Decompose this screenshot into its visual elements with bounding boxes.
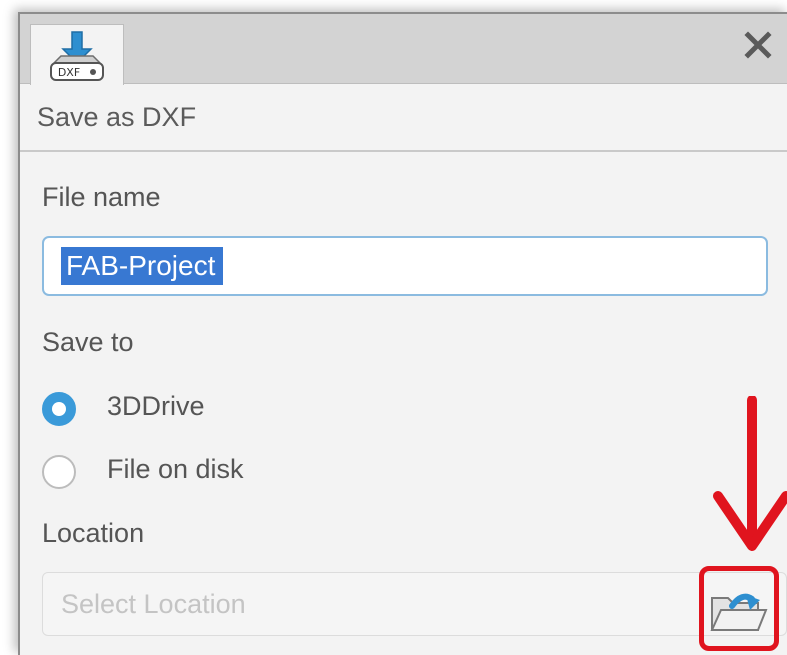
file-name-selected-text: FAB-Project — [61, 247, 224, 285]
file-name-input[interactable]: FAB-Project — [42, 236, 768, 296]
dxf-icon-text: DXF — [58, 66, 80, 79]
dialog-title: Save as DXF — [37, 102, 197, 132]
radio-3ddrive-label[interactable]: 3DDrive — [107, 391, 205, 422]
close-button[interactable] — [735, 22, 781, 68]
radio-file-on-disk[interactable] — [42, 455, 76, 489]
radio-3ddrive[interactable] — [42, 392, 76, 426]
radio-file-on-disk-label[interactable]: File on disk — [107, 454, 244, 485]
dxf-file-icon: DXF — [50, 31, 104, 81]
close-icon — [744, 31, 772, 59]
arrow-down-icon — [713, 396, 787, 551]
save-as-dxf-panel: DXF Save as DXF File name FAB-Project Sa… — [18, 12, 787, 655]
location-label: Location — [42, 518, 145, 548]
location-placeholder: Select Location — [61, 589, 246, 619]
save-to-label: Save to — [42, 327, 134, 357]
title-bar: Save as DXF — [20, 84, 787, 152]
file-name-label: File name — [42, 182, 161, 212]
tab-save-as-dxf[interactable]: DXF — [30, 24, 124, 85]
annotation-highlight-box — [699, 566, 779, 651]
location-field[interactable]: Select Location — [42, 572, 787, 636]
tab-bar: DXF — [20, 14, 787, 85]
